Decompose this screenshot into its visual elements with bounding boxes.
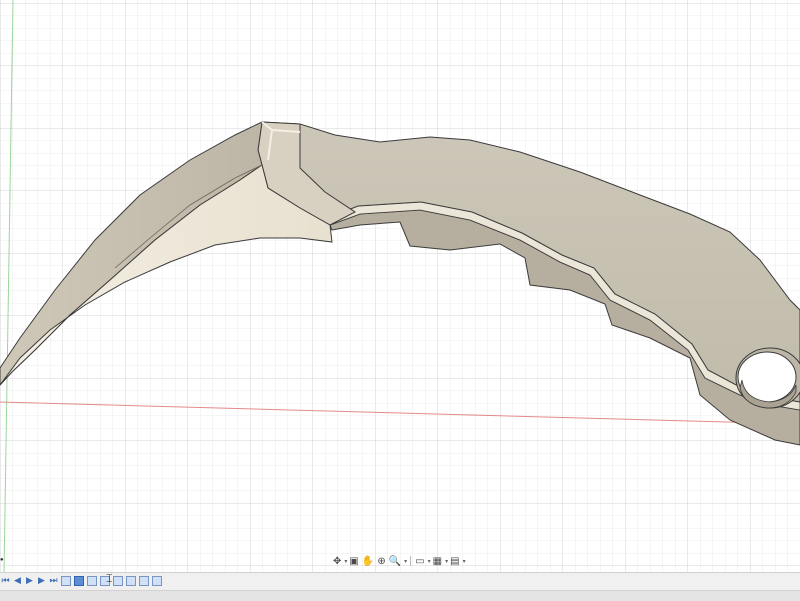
display-menu-caret[interactable]: ▾ — [428, 558, 431, 565]
step-back-icon[interactable]: ◀ — [12, 575, 23, 587]
corner-indicator: ● — [0, 557, 4, 563]
timeline-feature[interactable] — [61, 576, 71, 586]
viewports-icon[interactable]: ▤ — [449, 554, 460, 568]
pan-icon[interactable]: ✋ — [361, 554, 375, 568]
timeline-track[interactable] — [0, 590, 800, 601]
play-icon[interactable]: ▶ — [24, 575, 35, 587]
timeline-feature[interactable] — [87, 576, 97, 586]
timeline-feature[interactable] — [113, 576, 123, 586]
navigation-bar: ✥ ▾ ▣ ✋ ⊕ 🔍 ▾ ▭ ▾ ▦ ▾ ▤ ▾ — [332, 553, 466, 569]
nav-separator — [410, 556, 412, 566]
zoom-menu-caret[interactable]: ▾ — [404, 558, 407, 565]
scene-canvas[interactable] — [0, 0, 800, 574]
timeline-marker-icon[interactable]: ⌶ — [106, 573, 113, 587]
timeline-feature[interactable] — [126, 576, 136, 586]
timeline-panel: ⏮ ◀ ▶ ▶ ⏭ ⌶ — [0, 572, 800, 601]
timeline-controls: ⏮ ◀ ▶ ▶ ⏭ — [0, 574, 163, 588]
fit-icon[interactable]: 🔍 — [388, 554, 402, 568]
timeline-feature[interactable] — [139, 576, 149, 586]
finger-ring — [735, 347, 800, 409]
display-settings-icon[interactable]: ▭ — [414, 554, 425, 568]
timeline-feature[interactable] — [74, 576, 84, 586]
orbit-menu-caret[interactable]: ▾ — [344, 558, 347, 565]
step-forward-icon[interactable]: ▶ — [36, 575, 47, 587]
grid-settings-icon[interactable]: ▦ — [432, 554, 443, 568]
viewports-menu-caret[interactable]: ▾ — [463, 558, 466, 565]
model-viewport[interactable] — [0, 0, 800, 574]
zoom-icon[interactable]: ⊕ — [376, 554, 386, 568]
orbit-icon[interactable]: ✥ — [332, 554, 342, 568]
grid-menu-caret[interactable]: ▾ — [445, 558, 448, 565]
go-to-start-icon[interactable]: ⏮ — [0, 575, 11, 587]
timeline-feature[interactable] — [152, 576, 162, 586]
look-at-icon[interactable]: ▣ — [348, 554, 359, 568]
go-to-end-icon[interactable]: ⏭ — [48, 575, 59, 587]
